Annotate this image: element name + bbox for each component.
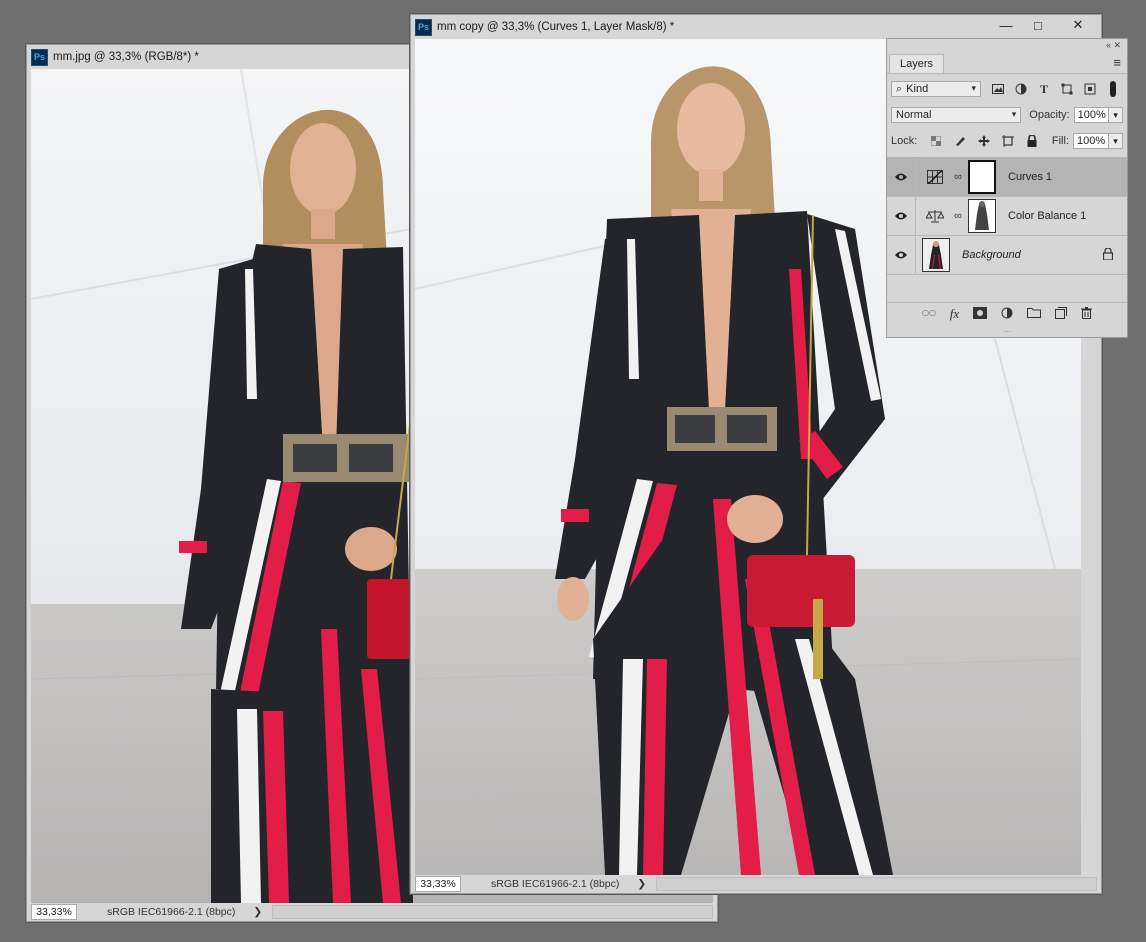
layer-name[interactable]: Background [962,249,1021,261]
eye-icon [895,212,907,220]
lock-label: Lock: [891,135,918,147]
lock-position-icon[interactable] [977,134,991,148]
fill-input[interactable]: 100% [1073,133,1109,149]
layers-panel[interactable]: « ✕ Layers ≡ ⌕ Kind ▾ T Normal ▾ Opacity… [886,38,1128,338]
adjustment-icon[interactable] [1001,307,1013,322]
status-arrow-right[interactable]: ❯ [637,878,646,890]
close-button[interactable]: ✕ [1055,15,1101,35]
row-divider [915,158,916,196]
row-divider [915,197,916,235]
window-controls: — □ ✕ [989,15,1101,37]
color-profile-right: sRGB IEC61966-2.1 (8bpc) [491,878,620,890]
visibility-toggle[interactable] [887,250,915,260]
visibility-toggle[interactable] [887,211,915,221]
fill-slider-button[interactable]: ▾ [1109,133,1123,149]
shape-filter-icon[interactable] [1060,82,1074,96]
panel-collapse-icon[interactable]: « ✕ [1106,40,1121,51]
panel-resize-grip[interactable]: ⋯ [887,327,1127,337]
maximize-button[interactable]: □ [1023,15,1053,35]
fx-icon[interactable]: fx [950,306,959,322]
layer-row-curves[interactable]: ∞ Curves 1 [887,158,1127,197]
type-filter-icon[interactable]: T [1037,82,1051,96]
curves-icon[interactable] [924,170,946,184]
group-icon[interactable] [1027,307,1042,321]
chevron-down-icon: ▾ [1011,109,1017,119]
adjustment-filter-icon[interactable] [1014,82,1028,96]
panel-topstrip[interactable]: « ✕ [887,39,1127,51]
mask-icon[interactable] [973,306,988,322]
layer-row-background[interactable]: Background [887,236,1127,275]
document-title-left: mm.jpg @ 33,3% (RGB/8*) * [53,51,199,63]
smart-object-filter-icon[interactable] [1083,82,1097,96]
layer-name[interactable]: Color Balance 1 [1008,210,1086,222]
opacity-input[interactable]: 100% [1073,107,1110,123]
search-icon: ⌕ [896,82,903,95]
horizontal-scrollbar-left[interactable] [272,905,713,919]
layer-row-color-balance[interactable]: ∞ Color Balance 1 [887,197,1127,236]
document-titlebar-right[interactable]: Ps mm copy @ 33,3% (Curves 1, Layer Mask… [411,15,1101,39]
eye-icon [895,251,907,259]
layer-name[interactable]: Curves 1 [1008,171,1052,183]
filter-toggle[interactable] [1110,81,1116,97]
statusbar-right: 33,33% sRGB IEC61966-2.1 (8bpc) ❯ [411,875,1101,893]
chain-link-icon[interactable]: ∞ [952,210,964,222]
opacity-slider-button[interactable]: ▾ [1109,107,1123,123]
statusbar-left: 33,33% sRGB IEC61966-2.1 (8bpc) ❯ [27,903,717,921]
blend-mode-value: Normal [896,109,932,121]
chain-link-icon[interactable]: ∞ [952,171,964,183]
opacity-label: Opacity: [1029,109,1070,121]
visibility-toggle[interactable] [887,172,915,182]
photoshop-icon: Ps [31,48,48,66]
blend-row: Normal ▾ Opacity: 100% ▾ [887,102,1127,128]
lock-row: Lock: Fill: 100% ▾ [887,128,1127,154]
new-layer-icon[interactable] [1055,306,1068,322]
zoom-field-left[interactable]: 33,33% [31,904,77,920]
row-divider [915,236,916,274]
lock-all-icon[interactable] [1025,134,1039,148]
layer-list: ∞ Curves 1 ∞ Color Balance 1 Background [887,157,1127,276]
layer-thumbnail[interactable] [922,238,950,272]
layers-bottom-toolbar: fx [887,302,1127,325]
color-balance-icon[interactable] [924,209,946,223]
layer-mask-thumbnail[interactable] [968,199,996,233]
color-profile-left: sRGB IEC61966-2.1 (8bpc) [107,906,236,918]
lock-icon [1102,247,1114,263]
trash-icon[interactable] [1081,306,1093,322]
horizontal-scrollbar-right[interactable] [656,877,1097,891]
eye-icon [895,173,907,181]
photoshop-icon: Ps [415,18,432,36]
lock-transparent-icon[interactable] [929,134,943,148]
panel-tabs: Layers ≡ [887,51,1127,74]
pixel-filter-icon[interactable] [991,82,1005,96]
fill-label: Fill: [1051,135,1069,147]
tab-layers[interactable]: Layers [889,54,945,73]
lock-artboard-icon[interactable] [1001,134,1015,148]
zoom-field-right[interactable]: 33,33% [415,876,461,892]
lock-icons [929,134,1039,148]
layer-mask-thumbnail[interactable] [968,160,996,194]
status-arrow-left[interactable]: ❯ [253,906,262,918]
filter-icons: T [991,81,1116,97]
filter-kind-label: Kind [906,83,929,95]
layer-filter-row: ⌕ Kind ▾ T [887,76,1127,102]
chevron-down-icon: ▾ [971,83,976,93]
panel-menu-icon[interactable]: ≡ [1113,55,1121,70]
lock-image-icon[interactable] [953,134,967,148]
document-title-right: mm copy @ 33,3% (Curves 1, Layer Mask/8)… [437,21,675,33]
blend-mode-dropdown[interactable]: Normal ▾ [891,107,1022,123]
link-icon[interactable] [921,307,936,321]
filter-kind-dropdown[interactable]: ⌕ Kind ▾ [891,81,981,97]
minimize-button[interactable]: — [991,15,1021,35]
